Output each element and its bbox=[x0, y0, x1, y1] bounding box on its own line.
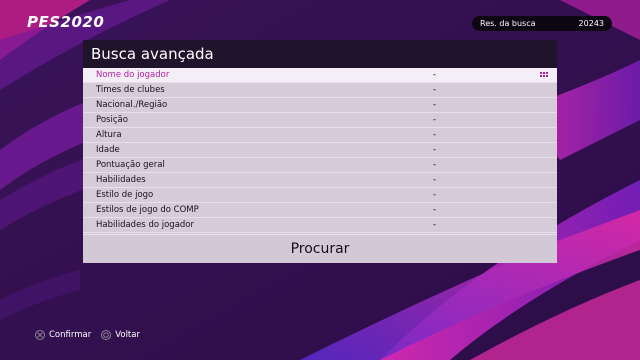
results-count: 20243 bbox=[578, 19, 604, 28]
filter-row-position[interactable]: Posição - bbox=[83, 113, 557, 128]
panel-title: Busca avançada bbox=[83, 40, 557, 68]
filter-value: - bbox=[433, 145, 437, 155]
filter-value: - bbox=[433, 85, 437, 95]
filter-value: - bbox=[433, 175, 437, 185]
filter-value: - bbox=[433, 115, 437, 125]
filter-value: - bbox=[433, 220, 437, 230]
filter-row-skills[interactable]: Habilidades - bbox=[83, 173, 557, 188]
advanced-search-panel: Busca avançada Nome do jogador - Times d… bbox=[83, 40, 557, 263]
filter-row-age[interactable]: Idade - bbox=[83, 143, 557, 158]
game-logo: PES2020 bbox=[27, 13, 105, 31]
filter-label: Habilidades bbox=[96, 175, 146, 185]
cross-button-icon bbox=[35, 330, 45, 340]
filter-label: Idade bbox=[96, 145, 120, 155]
circle-button-icon bbox=[101, 330, 112, 340]
keyboard-icon bbox=[540, 72, 548, 77]
filter-row-player-skills[interactable]: Habilidades do jogador - bbox=[83, 218, 557, 233]
filter-row-playing-style[interactable]: Estilo de jogo - bbox=[83, 188, 557, 203]
filter-label: Pontuação geral bbox=[96, 160, 165, 170]
filter-value: - bbox=[433, 190, 437, 200]
back-hint[interactable]: Voltar bbox=[101, 330, 140, 340]
back-label: Voltar bbox=[115, 330, 140, 340]
search-button[interactable]: Procurar bbox=[83, 234, 557, 263]
filter-label: Nome do jogador bbox=[96, 70, 170, 80]
filter-value: - bbox=[433, 100, 437, 110]
filter-row-nationality[interactable]: Nacional./Região - bbox=[83, 98, 557, 113]
filter-value: - bbox=[433, 160, 437, 170]
filter-label: Nacional./Região bbox=[96, 100, 168, 110]
filter-label: Estilos de jogo do COMP bbox=[96, 205, 199, 215]
confirm-hint[interactable]: Confirmar bbox=[35, 330, 91, 340]
filter-value: - bbox=[433, 70, 437, 80]
filter-row-overall-rating[interactable]: Pontuação geral - bbox=[83, 158, 557, 173]
filter-label: Times de clubes bbox=[96, 85, 165, 95]
filter-value: - bbox=[433, 205, 437, 215]
results-label: Res. da busca bbox=[480, 19, 536, 28]
confirm-label: Confirmar bbox=[49, 330, 92, 340]
filter-row-height[interactable]: Altura - bbox=[83, 128, 557, 143]
filter-label: Posição bbox=[96, 115, 128, 125]
button-hints: Confirmar Voltar bbox=[35, 330, 150, 340]
filter-label: Altura bbox=[96, 130, 122, 140]
filter-row-com-playing-styles[interactable]: Estilos de jogo do COMP - bbox=[83, 203, 557, 218]
filter-value: - bbox=[433, 130, 437, 140]
filter-label: Estilo de jogo bbox=[96, 190, 154, 200]
filter-row-player-name[interactable]: Nome do jogador - bbox=[83, 68, 557, 83]
filter-list: Nome do jogador - Times de clubes - Naci… bbox=[83, 68, 557, 233]
filter-label: Habilidades do jogador bbox=[96, 220, 194, 230]
filter-row-club-teams[interactable]: Times de clubes - bbox=[83, 83, 557, 98]
search-results-badge: Res. da busca 20243 bbox=[472, 16, 612, 31]
